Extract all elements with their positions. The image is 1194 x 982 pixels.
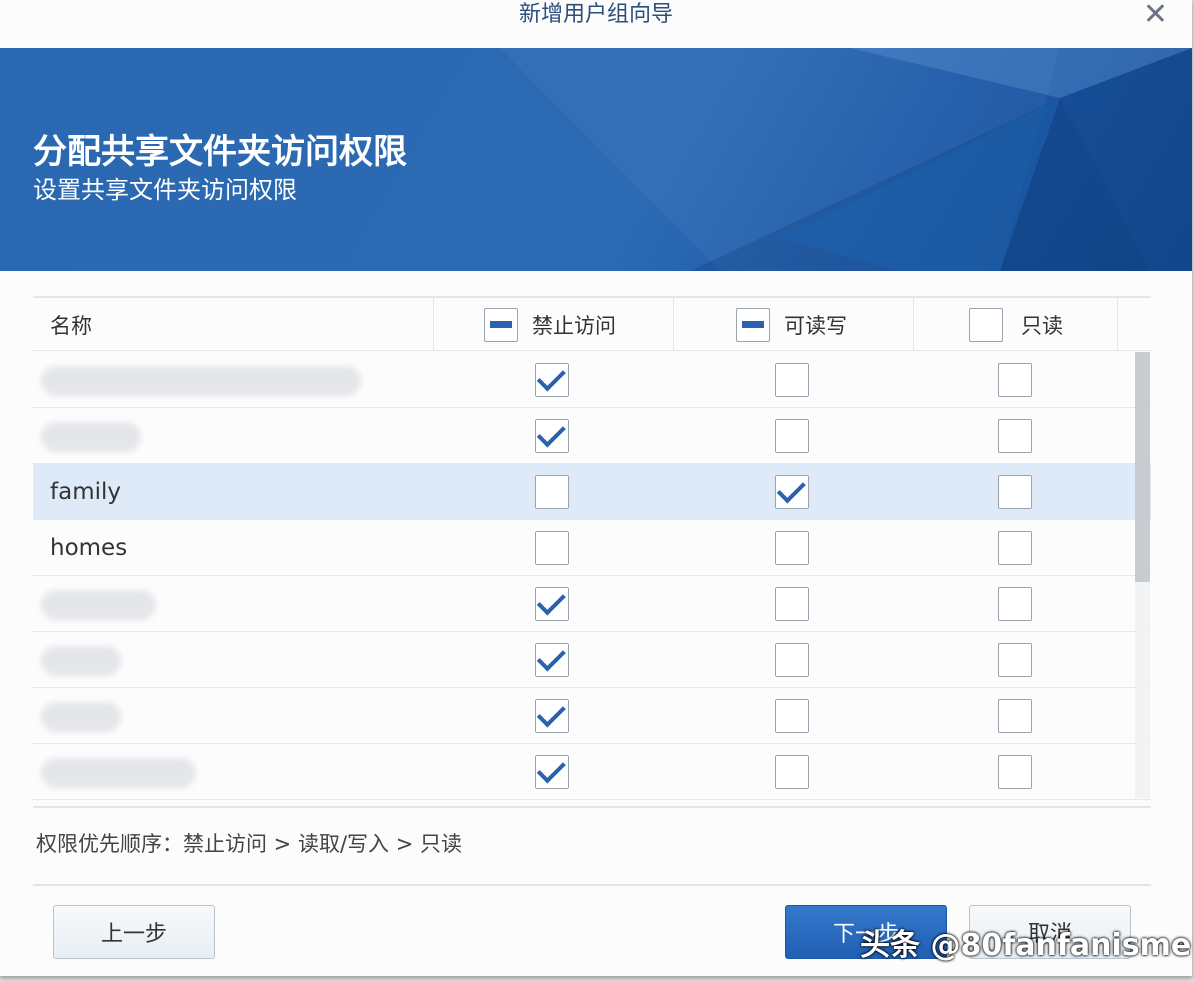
read-only-checkbox[interactable] <box>998 475 1032 509</box>
read-only-all-checkbox[interactable] <box>969 308 1003 342</box>
table-header: 名称 禁止访问 可读写 只读 <box>33 296 1151 351</box>
read-write-checkbox[interactable] <box>775 699 809 733</box>
table-row[interactable] <box>33 688 1151 744</box>
read-write-checkbox[interactable] <box>775 475 809 509</box>
scrollbar[interactable] <box>1135 352 1150 798</box>
deny-checkbox[interactable] <box>535 419 569 453</box>
table-row[interactable] <box>33 632 1151 688</box>
read-write-checkbox[interactable] <box>775 531 809 565</box>
read-only-checkbox[interactable] <box>998 699 1032 733</box>
deny-all-checkbox[interactable] <box>484 308 518 342</box>
read-only-checkbox[interactable] <box>998 363 1032 397</box>
header-name[interactable]: 名称 <box>33 298 434 351</box>
deny-checkbox[interactable] <box>535 755 569 789</box>
redacted-name <box>41 590 156 620</box>
wizard-dialog: 新增用户组向导 ✕ 分配共享文件夹访问权限 设置共享文件夹访问权限 名称 禁止访… <box>0 0 1192 976</box>
watermark: 头条 @80fanfanisme <box>860 920 1191 964</box>
table-row[interactable] <box>33 408 1151 464</box>
redacted-name <box>41 366 361 396</box>
header-read-only: 只读 <box>914 298 1118 351</box>
deny-checkbox[interactable] <box>535 475 569 509</box>
header-read-only-label: 只读 <box>1021 310 1063 340</box>
banner: 分配共享文件夹访问权限 设置共享文件夹访问权限 <box>0 48 1192 271</box>
read-write-checkbox[interactable] <box>775 419 809 453</box>
read-only-checkbox[interactable] <box>998 643 1032 677</box>
deny-checkbox[interactable] <box>535 587 569 621</box>
divider <box>33 806 1151 808</box>
table-row[interactable] <box>33 744 1151 800</box>
permissions-table: 名称 禁止访问 可读写 只读 familyhomes <box>33 296 1151 351</box>
read-write-checkbox[interactable] <box>775 755 809 789</box>
deny-checkbox[interactable] <box>535 643 569 677</box>
table-row[interactable] <box>33 576 1151 632</box>
folder-name: homes <box>50 520 127 576</box>
banner-subtitle: 设置共享文件夹访问权限 <box>33 170 297 205</box>
redacted-name <box>41 422 141 452</box>
read-write-all-checkbox[interactable] <box>736 308 770 342</box>
scrollbar-thumb[interactable] <box>1135 352 1150 582</box>
header-deny: 禁止访问 <box>434 298 674 351</box>
read-only-checkbox[interactable] <box>998 587 1032 621</box>
read-only-checkbox[interactable] <box>998 531 1032 565</box>
window-title: 新增用户组向导 <box>519 2 673 27</box>
header-read-write-label: 可读写 <box>784 310 847 340</box>
back-button[interactable]: 上一步 <box>53 905 215 959</box>
read-write-checkbox[interactable] <box>775 363 809 397</box>
table-row[interactable]: family <box>33 464 1151 520</box>
header-name-label: 名称 <box>50 310 92 340</box>
deny-checkbox[interactable] <box>535 699 569 733</box>
read-write-checkbox[interactable] <box>775 643 809 677</box>
banner-title: 分配共享文件夹访问权限 <box>33 124 407 173</box>
redacted-name <box>41 702 121 732</box>
header-read-write: 可读写 <box>674 298 914 351</box>
priority-note: 权限优先顺序：禁止访问 > 读取/写入 > 只读 <box>36 828 462 858</box>
title-bar: 新增用户组向导 ✕ <box>0 0 1192 48</box>
redacted-name <box>41 758 196 788</box>
read-write-checkbox[interactable] <box>775 587 809 621</box>
deny-checkbox[interactable] <box>535 363 569 397</box>
deny-checkbox[interactable] <box>535 531 569 565</box>
read-only-checkbox[interactable] <box>998 419 1032 453</box>
redacted-name <box>41 646 121 676</box>
table-row[interactable]: homes <box>33 520 1151 576</box>
divider <box>33 884 1151 886</box>
close-icon[interactable]: ✕ <box>1143 0 1168 30</box>
folder-name: family <box>50 464 121 520</box>
read-only-checkbox[interactable] <box>998 755 1032 789</box>
header-deny-label: 禁止访问 <box>532 310 616 340</box>
table-row[interactable] <box>33 352 1151 408</box>
